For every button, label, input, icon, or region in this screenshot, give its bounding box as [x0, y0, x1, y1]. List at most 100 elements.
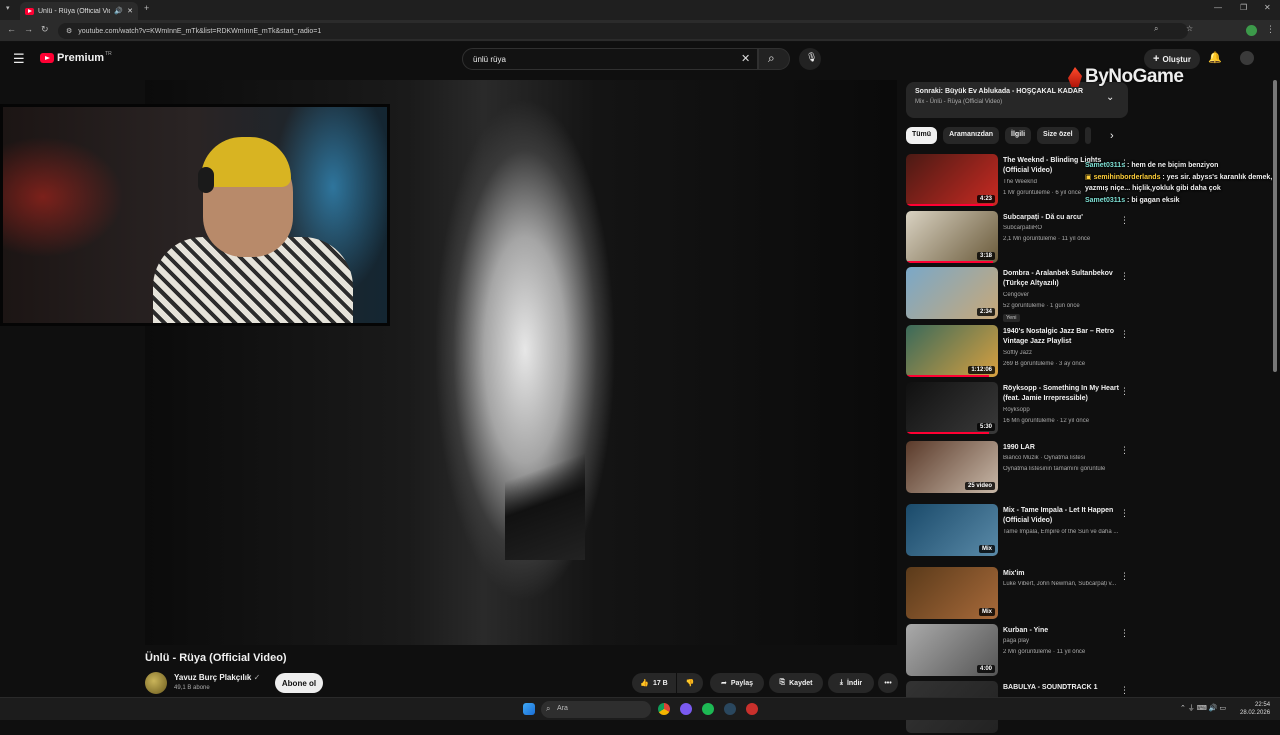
more-vertical-icon[interactable]: ⋮	[1120, 445, 1129, 456]
hamburger-menu-icon[interactable]: ☰	[13, 51, 25, 67]
recommendation-card[interactable]: Mix Mix - Tame Impala - Let It Happen (Of…	[906, 504, 1131, 558]
notifications-bell-icon[interactable]: 🔔	[1208, 51, 1222, 64]
download-button[interactable]: ⤓ İndir	[828, 673, 874, 693]
site-info-icon[interactable]: ⚙	[66, 27, 72, 35]
discord-icon[interactable]	[680, 703, 692, 715]
subscribe-button[interactable]: Abone ol	[275, 673, 323, 693]
recommendation-card[interactable]: 3:18 Subcarpați - Dă cu arcu' SubcarpatiiR…	[906, 211, 1131, 265]
video-thumbnail[interactable]: 25 video	[906, 441, 998, 493]
channel-name[interactable]: Yavuz Burç Plakçılık ✓	[174, 673, 260, 682]
card-channel[interactable]: Cengover	[1003, 292, 1128, 298]
chip-partial[interactable]	[1084, 127, 1091, 144]
taskbar-search[interactable]: ⌕ Ara	[541, 701, 651, 718]
app-icon[interactable]	[746, 703, 758, 715]
new-tab-icon[interactable]: +	[144, 3, 149, 13]
chip-for-you[interactable]: Size özel	[1037, 127, 1079, 144]
more-vertical-icon[interactable]: ⋮	[1120, 386, 1129, 397]
browser-tab-bar: ▾ Ünlü - Rüya (Official Video) 🔊 ✕ + — ❐…	[0, 0, 1280, 20]
reload-icon[interactable]: ↻	[41, 24, 49, 35]
bookmark-icon[interactable]: ☆	[1186, 24, 1193, 33]
chip-related[interactable]: İlgili	[1005, 127, 1032, 144]
recommendation-card[interactable]: 2:34 Dombra - Aralanbek Sultanbekov (Türk…	[906, 267, 1131, 322]
chat-message: Samet0311s : bi gagan eksik	[1085, 195, 1280, 207]
chip-from-search[interactable]: Aramanızdan	[943, 127, 1000, 144]
video-thumbnail[interactable]: 5:30	[906, 382, 998, 434]
spotify-icon[interactable]	[702, 703, 714, 715]
card-channel[interactable]: Tame Impala, Empire of the Sun ve daha .…	[1003, 529, 1128, 535]
window-close-icon[interactable]: ✕	[1264, 3, 1271, 12]
chrome-icon[interactable]	[658, 703, 670, 715]
more-vertical-icon[interactable]: ⋮	[1120, 571, 1129, 582]
video-thumbnail[interactable]: 1:12:06	[906, 325, 998, 377]
card-title[interactable]: BABULYA - SOUNDTRACK 1	[1003, 683, 1125, 693]
tray-icons[interactable]: ⌃ ⏚ ⌨ 🔊 ▭	[1180, 703, 1226, 713]
subscriber-count: 49,1 B abone	[174, 685, 210, 691]
page-scrollbar[interactable]	[1273, 80, 1277, 372]
chip-all[interactable]: Tümü	[906, 127, 938, 144]
video-thumbnail[interactable]: Mix	[906, 567, 998, 619]
url-field[interactable]: ⚙ youtube.com/watch?v=KWmInnE_mTk&list=R…	[58, 23, 1188, 39]
recommendation-card[interactable]: 1:12:06 1940's Nostalgic Jazz Bar – Retro…	[906, 325, 1131, 379]
more-vertical-icon[interactable]: ⋮	[1120, 215, 1129, 226]
card-channel[interactable]: Röyksopp	[1003, 407, 1128, 413]
video-thumbnail[interactable]: 4:00	[906, 624, 998, 676]
card-title[interactable]: 1990 LAR	[1003, 443, 1125, 453]
youtube-logo[interactable]: Premium TR	[40, 51, 112, 64]
zoom-icon[interactable]: ⌕	[1154, 24, 1158, 34]
search-button[interactable]: ⌕	[758, 48, 790, 70]
more-vertical-icon[interactable]: ⋮	[1120, 329, 1129, 340]
card-title[interactable]: Röyksopp - Something In My Heart (feat. …	[1003, 384, 1125, 404]
search-input[interactable]: ünlü rüya	[462, 48, 758, 70]
card-channel[interactable]: Softly Jazz	[1003, 350, 1128, 356]
tab-close-icon[interactable]: ✕	[127, 7, 133, 15]
clear-search-icon[interactable]: ✕	[741, 52, 750, 65]
maximize-icon[interactable]: ❐	[1240, 3, 1247, 12]
recommendation-card[interactable]: 25 video 1990 LAR Bianco Müzik · Oynatma l…	[906, 441, 1131, 495]
more-vertical-icon[interactable]: ⋮	[1120, 685, 1129, 696]
forward-icon[interactable]: →	[24, 24, 33, 34]
card-title[interactable]: Dombra - Aralanbek Sultanbekov (Türkçe A…	[1003, 269, 1125, 289]
account-avatar[interactable]	[1240, 51, 1254, 65]
more-actions-button[interactable]: •••	[878, 673, 898, 693]
like-button[interactable]: 👍 17 B	[632, 673, 676, 693]
more-vertical-icon[interactable]: ⋮	[1120, 628, 1129, 639]
recommendation-card[interactable]: Mix Mix'im Luke Vibert, John Newman, Subca…	[906, 567, 1131, 621]
minimize-icon[interactable]: —	[1214, 3, 1222, 12]
taskbar-clock[interactable]: 22:54 28.02.2026	[1240, 701, 1270, 717]
card-channel[interactable]: Bianco Müzik · Oynatma listesi	[1003, 455, 1128, 461]
browser-menu-icon[interactable]: ⋮	[1266, 24, 1275, 35]
share-button[interactable]: ➦ Paylaş	[710, 673, 764, 693]
card-title[interactable]: Kurban - Yine	[1003, 626, 1125, 636]
browser-tab[interactable]: Ünlü - Rüya (Official Video) 🔊 ✕	[20, 2, 138, 20]
windows-start-icon[interactable]	[523, 703, 535, 715]
steam-icon[interactable]	[724, 703, 736, 715]
dislike-button[interactable]: 👎	[677, 673, 703, 693]
card-channel[interactable]: Luke Vibert, John Newman, Subcarpați v..…	[1003, 581, 1128, 587]
tab-list-icon[interactable]: ▾	[6, 4, 10, 12]
card-title[interactable]: Subcarpați - Dă cu arcu'	[1003, 213, 1125, 223]
save-button[interactable]: ⎘ Kaydet	[769, 673, 823, 693]
channel-avatar[interactable]	[145, 672, 167, 694]
card-channel[interactable]: SubcarpatiiRO	[1003, 225, 1128, 231]
chevron-right-icon[interactable]: ›	[1110, 130, 1114, 142]
back-icon[interactable]: ←	[7, 24, 16, 34]
chevron-down-icon[interactable]: ⌄	[1106, 92, 1114, 103]
video-thumbnail[interactable]: 4:23	[906, 154, 998, 206]
video-thumbnail[interactable]: 2:34	[906, 267, 998, 319]
card-title[interactable]: Mix - Tame Impala - Let It Happen (Offic…	[1003, 506, 1125, 526]
voice-search-button[interactable]: 🎙	[799, 48, 821, 70]
card-channel[interactable]: paga play	[1003, 638, 1128, 644]
tab-audio-icon[interactable]: 🔊	[114, 7, 123, 15]
card-meta: Oynatma listesinin tamamını görüntüle	[1003, 466, 1106, 472]
card-title[interactable]: Mix'im	[1003, 569, 1125, 579]
card-title[interactable]: 1940's Nostalgic Jazz Bar – Retro Vintag…	[1003, 327, 1125, 347]
video-thumbnail[interactable]: Mix	[906, 504, 998, 556]
plus-icon: +	[1153, 53, 1160, 65]
profile-avatar[interactable]	[1246, 25, 1257, 36]
recommendation-card[interactable]: 5:30 Röyksopp - Something In My Heart (fe…	[906, 382, 1131, 436]
recommendation-card[interactable]: 4:00 Kurban - Yine paga play 2 Mn görüntüle…	[906, 624, 1131, 678]
more-vertical-icon[interactable]: ⋮	[1120, 271, 1129, 282]
video-thumbnail[interactable]: 3:18	[906, 211, 998, 263]
duration-badge: 4:00	[976, 665, 995, 673]
more-vertical-icon[interactable]: ⋮	[1120, 508, 1129, 519]
